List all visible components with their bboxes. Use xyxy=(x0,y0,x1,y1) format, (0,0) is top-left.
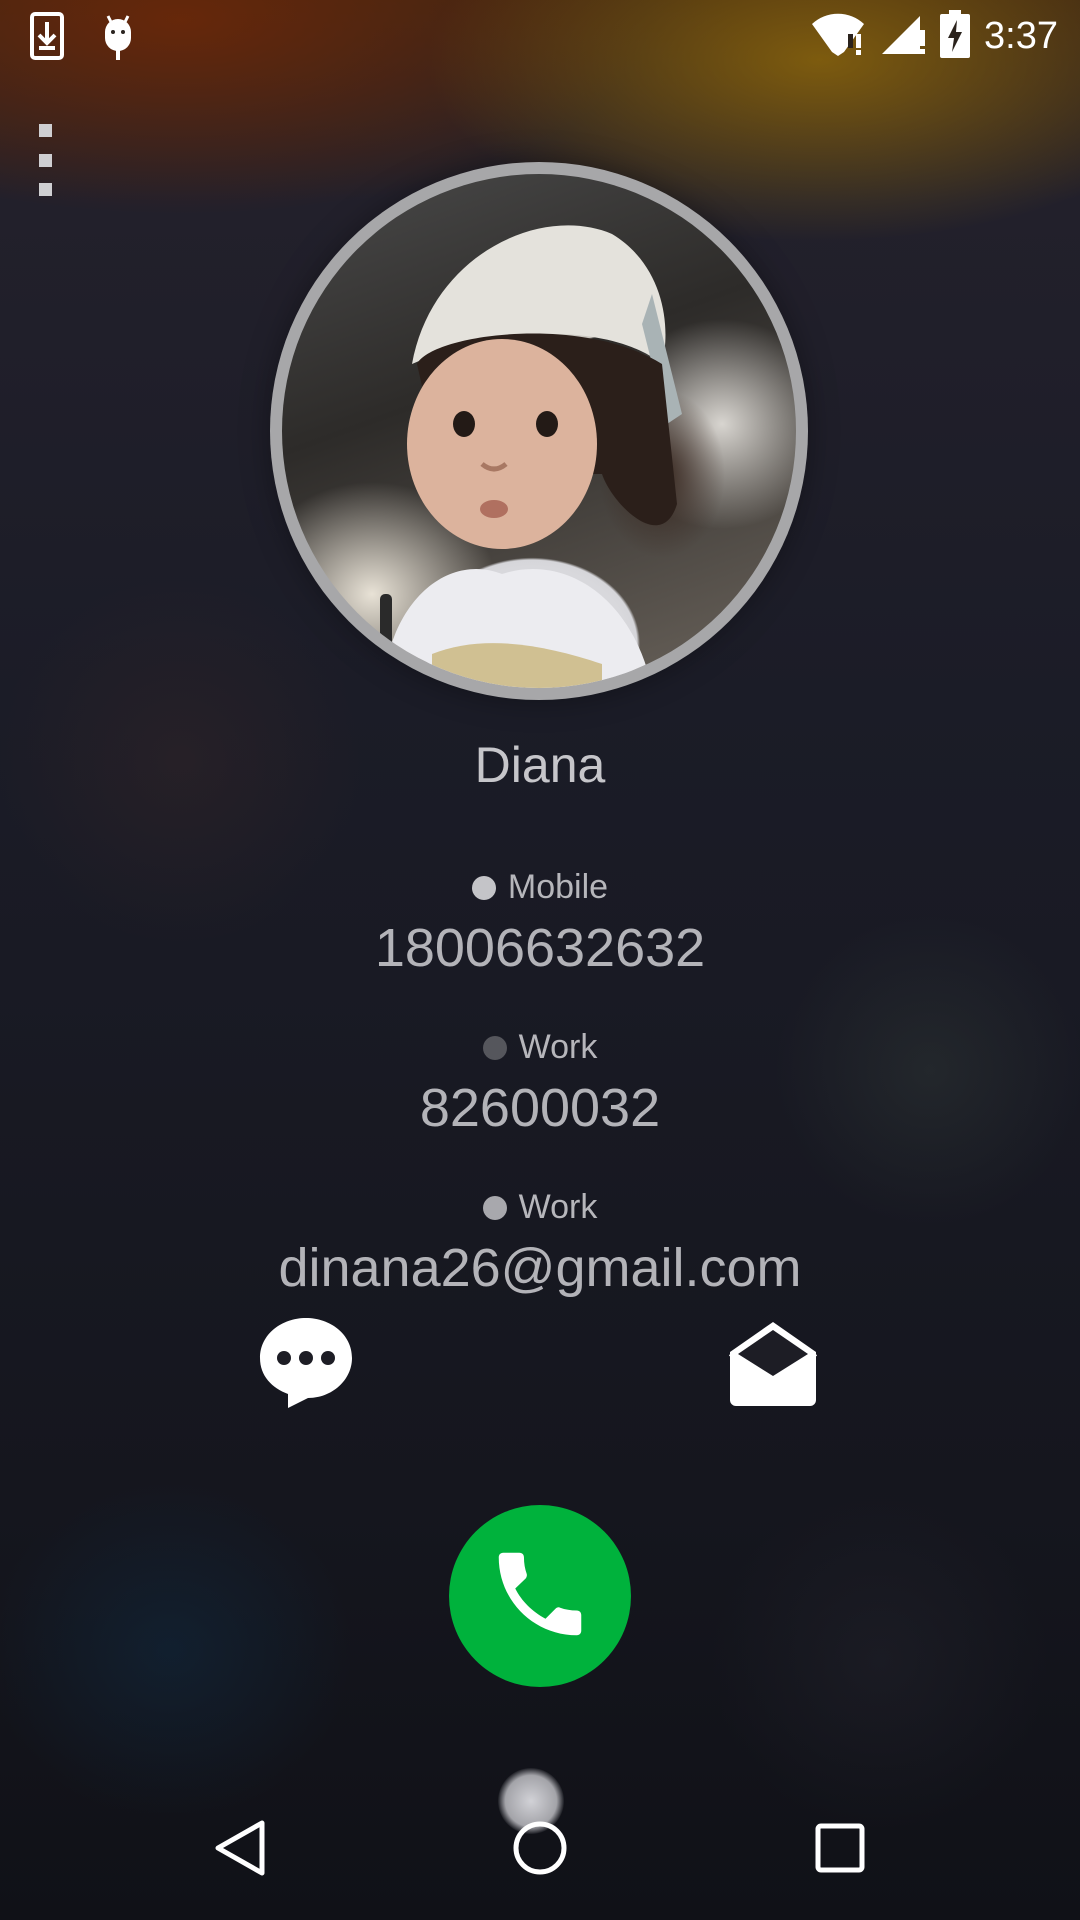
contact-entry-mobile[interactable]: Mobile 18006632632 xyxy=(0,868,1080,979)
envelope-open-icon xyxy=(726,1322,820,1412)
android-debug-icon xyxy=(100,12,136,65)
entry-type-label: Work xyxy=(518,1028,598,1066)
menu-dot-icon xyxy=(38,124,52,137)
recents-icon[interactable] xyxy=(814,1818,866,1883)
phone-number: 18006632632 xyxy=(374,918,706,978)
email-address: dinana26@gmail.com xyxy=(278,1238,802,1298)
menu-dot-icon xyxy=(38,153,52,167)
status-bar: 3:37 xyxy=(0,0,1080,76)
contact-name: Diana xyxy=(474,737,606,793)
overflow-menu-button[interactable] xyxy=(30,124,60,196)
home-icon[interactable] xyxy=(512,1818,568,1883)
chat-bubble-icon xyxy=(258,1318,354,1414)
phone-icon xyxy=(485,1539,595,1654)
contact-entry-work-email[interactable]: Work dinana26@gmail.com xyxy=(0,1188,1080,1299)
email-button[interactable] xyxy=(726,1318,820,1413)
indicator-dot xyxy=(482,1035,507,1060)
default-indicator-dot xyxy=(471,875,496,900)
message-button[interactable] xyxy=(258,1314,354,1415)
navigation-bar xyxy=(0,1800,1080,1920)
indicator-dot xyxy=(482,1195,507,1220)
signal-icon xyxy=(880,12,926,61)
entry-type-label: Mobile xyxy=(507,868,609,906)
wifi-icon xyxy=(810,12,866,61)
contact-avatar[interactable] xyxy=(270,162,808,700)
download-notification-icon xyxy=(30,12,64,65)
clock-time: 3:37 xyxy=(984,15,1058,57)
entry-type-label: Work xyxy=(518,1188,598,1226)
call-button[interactable] xyxy=(449,1505,631,1687)
contact-photo xyxy=(282,174,796,688)
menu-dot-icon xyxy=(38,183,52,196)
battery-charging-icon xyxy=(940,10,971,63)
contact-entry-work-phone[interactable]: Work 82600032 xyxy=(0,1028,1080,1139)
back-icon[interactable] xyxy=(212,1818,268,1883)
phone-number: 82600032 xyxy=(419,1078,661,1138)
